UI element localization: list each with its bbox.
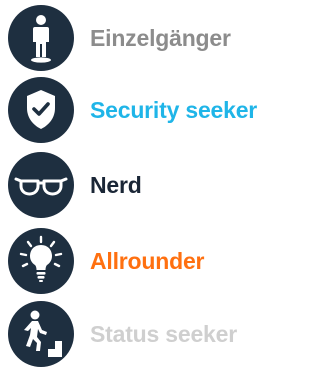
persona-label: Einzelgänger <box>90 24 231 51</box>
persona-label: Status seeker <box>90 320 237 347</box>
glasses-icon <box>8 152 74 218</box>
lightbulb-icon <box>8 228 74 294</box>
persona-list: Einzelgänger Security seeker Nerd Allrou… <box>0 0 285 367</box>
persona-label: Nerd <box>90 171 142 198</box>
persona-label: Security seeker <box>90 96 258 123</box>
stairs-climber-icon <box>8 301 74 367</box>
persona-label: Allrounder <box>90 247 205 274</box>
shield-check-icon <box>8 77 74 143</box>
persona-item-security-seeker[interactable]: Security seeker <box>8 77 257 143</box>
persona-item-allrounder[interactable]: Allrounder <box>8 228 204 294</box>
persona-item-status-seeker[interactable]: Status seeker <box>8 301 237 367</box>
standing-person-icon <box>8 5 74 71</box>
persona-item-nerd[interactable]: Nerd <box>8 152 142 218</box>
persona-item-einzelganger[interactable]: Einzelgänger <box>8 5 231 71</box>
